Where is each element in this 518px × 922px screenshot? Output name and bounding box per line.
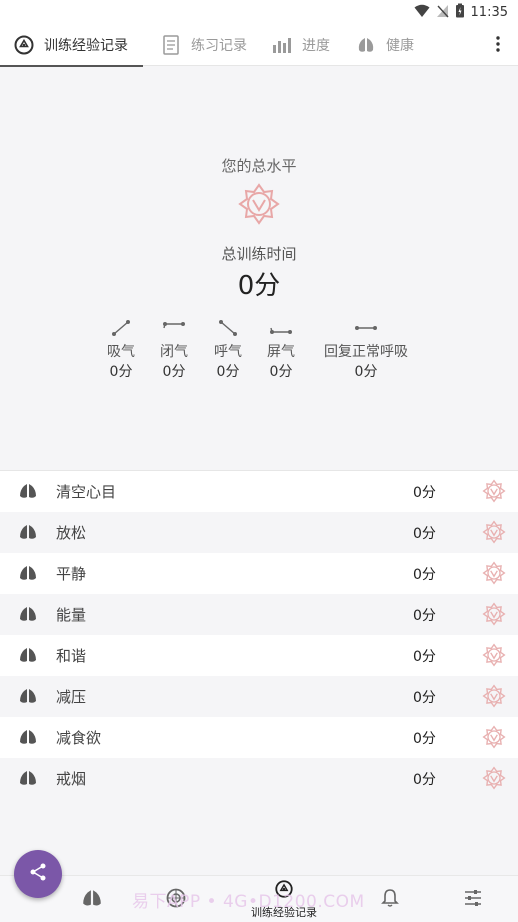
summary-panel: 您的总水平 总训练时间 0分 吸气 0分 闭气 0分 呼气 0分 屏气 0分 回… [0, 67, 518, 469]
clock-time: 11:35 [470, 5, 508, 20]
nav-settings[interactable] [443, 876, 503, 922]
lotus-badge-icon [482, 602, 506, 630]
exercise-name: 戒烟 [56, 770, 87, 788]
lungs-icon [18, 523, 38, 545]
wifi-icon [414, 3, 430, 22]
lotus-level-icon [237, 182, 281, 230]
lungs-icon [18, 646, 38, 668]
lotus-badge-icon [482, 561, 506, 589]
list-item[interactable]: 平静 0分 [0, 553, 518, 594]
list-item[interactable]: 戒烟 0分 [0, 758, 518, 799]
phase-value: 0分 [216, 364, 240, 380]
exhale-line-icon [208, 317, 248, 339]
phase-value: 0分 [109, 364, 133, 380]
lungs-icon [18, 769, 38, 791]
total-time-value: 0分 [237, 271, 281, 301]
phase-name: 吸气 [107, 344, 135, 360]
nav-reminders[interactable] [360, 876, 420, 922]
lungs-icon [354, 33, 378, 57]
list-item[interactable]: 减食欲 0分 [0, 717, 518, 758]
lotus-badge-icon [482, 725, 506, 753]
bell-icon [381, 888, 399, 912]
battery-icon [455, 3, 465, 22]
tab-training-records[interactable]: 训练经验记录 [0, 24, 143, 67]
list-item[interactable]: 减压 0分 [0, 676, 518, 717]
exercise-name: 清空心目 [56, 483, 117, 501]
lungs-icon [18, 605, 38, 627]
status-bar: 11:35 [0, 0, 518, 24]
nav-breathing[interactable] [62, 876, 122, 922]
exercise-name: 平静 [56, 565, 87, 583]
exercise-time: 0分 [413, 648, 436, 665]
no-signal-icon [436, 3, 449, 22]
exercise-time: 0分 [413, 566, 436, 583]
breath-phases: 吸气 0分 闭气 0分 呼气 0分 屏气 0分 回复正常呼吸 0分 [0, 317, 518, 387]
more-options-button[interactable] [488, 34, 508, 54]
bar-chart-icon [270, 33, 294, 57]
lotus-badge-icon [482, 479, 506, 507]
phase-value: 0分 [354, 364, 378, 380]
inhale-line-icon [101, 317, 141, 339]
list-item[interactable]: 清空心目 0分 [0, 471, 518, 512]
lungs-icon [18, 687, 38, 709]
lungs-icon [18, 482, 38, 504]
tab-label: 练习记录 [191, 37, 247, 54]
lotus-badge-icon [482, 520, 506, 548]
tab-progress[interactable]: 进度 [254, 24, 350, 66]
lungs-icon [81, 888, 103, 912]
tab-label: 训练经验记录 [44, 37, 128, 54]
phase-exhale: 呼气 0分 [208, 317, 248, 381]
phase-name: 呼气 [214, 344, 242, 360]
chakra-target-icon [12, 33, 36, 57]
tab-health[interactable]: 健康 [350, 24, 450, 66]
exercise-name: 放松 [56, 524, 87, 542]
phase-name: 闭气 [160, 344, 188, 360]
exercise-list: 清空心目 0分 放松 0分 平静 0分 能量 0分 和谐 0分 减压 0分 减食… [0, 470, 518, 799]
tab-label: 进度 [302, 37, 330, 54]
document-list-icon [159, 33, 183, 57]
list-item[interactable]: 能量 0分 [0, 594, 518, 635]
lungs-icon [18, 564, 38, 586]
exercise-time: 0分 [413, 525, 436, 542]
phase-value: 0分 [162, 364, 186, 380]
tab-label: 健康 [386, 37, 414, 54]
exercise-name: 能量 [56, 606, 87, 624]
hold-line-icon [154, 317, 194, 339]
phase-name: 回复正常呼吸 [324, 344, 408, 360]
phase-value: 0分 [269, 364, 293, 380]
exercise-time: 0分 [413, 607, 436, 624]
lungs-icon [18, 728, 38, 750]
exercise-time: 0分 [413, 689, 436, 706]
exercise-name: 减压 [56, 688, 87, 706]
lotus-badge-icon [482, 766, 506, 794]
exercise-name: 和谐 [56, 647, 87, 665]
lotus-badge-icon [482, 684, 506, 712]
list-item[interactable]: 和谐 0分 [0, 635, 518, 676]
exercise-time: 0分 [413, 730, 436, 747]
tab-practice-records[interactable]: 练习记录 [143, 24, 254, 66]
pause-line-icon [261, 317, 301, 339]
exercise-name: 减食欲 [56, 729, 102, 747]
phase-inhale: 吸气 0分 [101, 317, 141, 381]
phase-pause: 屏气 0分 [261, 317, 301, 381]
exercise-time: 0分 [413, 484, 436, 501]
top-tab-bar: 训练经验记录 练习记录 进度 健康 [0, 24, 518, 67]
exercise-time: 0分 [413, 771, 436, 788]
level-label: 您的总水平 [221, 157, 297, 175]
phase-name: 屏气 [267, 344, 295, 360]
share-icon [28, 862, 48, 886]
sliders-icon [463, 889, 483, 911]
total-time-label: 总训练时间 [221, 245, 297, 263]
recovery-line-icon [316, 317, 416, 339]
share-button[interactable] [14, 850, 62, 898]
watermark-text: 易下APP • 4G•D1200.COM [132, 892, 365, 912]
lotus-badge-icon [482, 643, 506, 671]
phase-recovery: 回复正常呼吸 0分 [316, 317, 416, 381]
phase-hold: 闭气 0分 [154, 317, 194, 381]
list-item[interactable]: 放松 0分 [0, 512, 518, 553]
